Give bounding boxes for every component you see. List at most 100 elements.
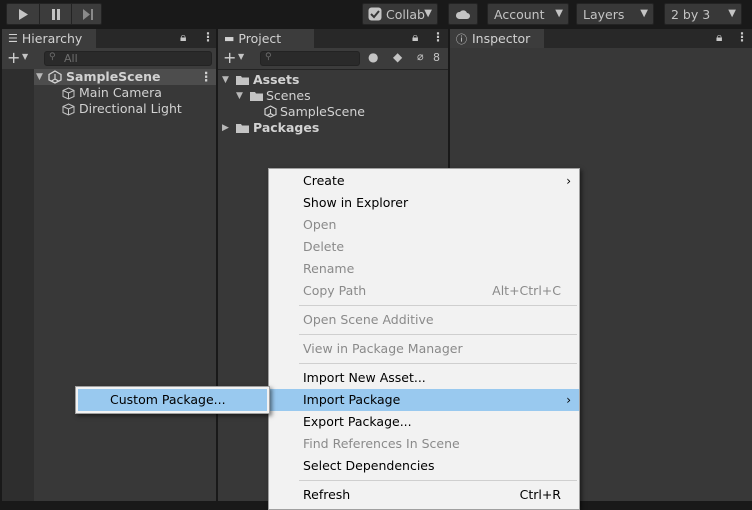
more-options-icon[interactable]: ⋮ [200,69,213,85]
account-dropdown[interactable]: Account ▼ [487,3,569,25]
menu-item-delete: Delete [269,236,579,258]
tab-hierarchy[interactable]: ☰ Hierarchy [2,29,96,48]
search-placeholder: All [64,52,78,65]
layout-label: 2 by 3 [671,6,711,22]
menu-item-import-new-asset[interactable]: Import New Asset... [269,367,579,389]
menu-item-label: Import Package [303,392,401,407]
lock-icon[interactable]: 🔒︎ [716,30,722,45]
expand-arrow-icon[interactable]: ▼ [236,88,243,104]
scene-row[interactable]: ▼ SampleScene ⋮ [34,69,216,85]
hierarchy-toolbar: + ▼ ⚲ All [2,48,216,70]
layers-label: Layers [583,6,625,22]
menu-separator [299,480,577,481]
expand-arrow-icon[interactable]: ▼ [36,69,43,85]
collab-dropdown[interactable]: Collab ▼ [362,3,438,25]
project-search-input[interactable]: ⚲ [260,51,360,66]
add-icon[interactable]: + [7,48,20,67]
tab-hierarchy-label: Hierarchy [21,31,83,46]
menu-item-label: Import New Asset... [303,370,426,385]
menu-item-label: Find References In Scene [303,436,460,451]
unity-scene-icon [48,70,62,88]
step-button[interactable] [71,4,104,24]
tab-project-label: Project [238,31,282,46]
menu-item-shortcut: Alt+Ctrl+C [492,283,561,298]
menu-separator [299,334,577,335]
import-package-submenu: Custom Package... [75,386,270,414]
menu-item-view-in-package-manager: View in Package Manager [269,338,579,360]
folder-icon: ▬ [224,32,235,45]
tree-label: Packages [253,120,320,135]
filter-by-label-icon[interactable]: ◆ [393,50,402,64]
list-icon: ☰ [8,32,18,45]
menu-separator [299,305,577,306]
menu-item-label: Show in Explorer [303,195,409,210]
lock-icon[interactable]: 🔒︎ [180,30,186,45]
chevron-down-icon: ▼ [640,8,648,19]
menu-item-label: Open [303,217,337,232]
menu-item-find-references: Find References In Scene [269,433,579,455]
chevron-down-icon: ▼ [555,8,563,19]
chevron-down-icon: ▼ [424,8,432,19]
menu-item-label: Select Dependencies [303,458,435,473]
hierarchy-search-input[interactable]: ⚲ All [44,51,212,66]
info-icon: ⓘ [456,32,467,46]
filter-by-type-icon[interactable]: ● [368,50,378,64]
layout-dropdown[interactable]: 2 by 3 ▼ [664,3,742,25]
playmode-controls [6,3,102,25]
menu-separator [299,363,577,364]
inspector-tabbar: ⓘ Inspector 🔒︎ ⋮ [450,29,752,48]
folder-open-icon [250,92,263,101]
expand-arrow-icon[interactable]: ▼ [222,72,229,88]
chevron-down-icon: ▼ [728,8,736,19]
folder-open-icon [236,76,249,85]
collab-label: Collab [386,6,425,22]
main-toolbar: Collab ▼ Account ▼ Layers ▼ 2 by 3 ▼ [0,0,752,29]
more-options-icon[interactable]: ⋮ [432,30,444,44]
layers-dropdown[interactable]: Layers ▼ [576,3,654,25]
hierarchy-item-label: Main Camera [79,85,162,100]
menu-item-show-in-explorer[interactable]: Show in Explorer [269,192,579,214]
hierarchy-panel: ☰ Hierarchy 🔒︎ ⋮ + ▼ ⚲ All ▼ SampleScene… [2,29,216,501]
tab-inspector-label: Inspector [472,31,531,46]
scene-name: SampleScene [66,69,161,84]
gameobject-cube-icon [62,103,75,116]
chevron-down-icon[interactable]: ▼ [22,52,28,61]
project-toolbar: + ▼ ⚲ ● ◆ ⌀ 8 [218,48,448,70]
menu-item-label: Export Package... [303,414,412,429]
search-icon: ⚲ [49,52,56,62]
menu-item-label: Rename [303,261,355,276]
hidden-packages-icon[interactable]: ⌀ [417,50,424,63]
add-icon[interactable]: + [223,48,236,67]
lock-icon[interactable]: 🔒︎ [412,30,418,45]
pause-button[interactable] [39,4,72,24]
menu-item-open-scene-additive: Open Scene Additive [269,309,579,331]
menu-item-import-package[interactable]: Import Package › [269,389,579,411]
hidden-packages-count: 8 [433,51,440,64]
tab-project[interactable]: ▬ Project [218,29,314,48]
menu-item-label: Custom Package... [110,392,226,407]
menu-item-select-dependencies[interactable]: Select Dependencies [269,455,579,477]
more-options-icon[interactable]: ⋮ [202,30,214,44]
hierarchy-tabbar: ☰ Hierarchy 🔒︎ ⋮ [2,29,216,48]
menu-item-shortcut: Ctrl+R [519,487,561,502]
more-options-icon[interactable]: ⋮ [736,30,748,44]
menu-item-open: Open [269,214,579,236]
step-icon [82,8,93,20]
expand-arrow-icon[interactable]: ▶ [222,120,229,136]
tree-label: Assets [253,72,300,87]
menu-item-refresh[interactable]: Refresh Ctrl+R [269,484,579,506]
chevron-right-icon: › [566,393,571,407]
menu-item-label: Open Scene Additive [303,312,434,327]
menu-item-custom-package[interactable]: Custom Package... [78,389,267,411]
pause-icon [52,8,60,20]
project-tabbar: ▬ Project 🔒︎ ⋮ [218,29,448,48]
menu-item-create[interactable]: Create › [269,170,579,192]
hierarchy-gutter [2,69,34,501]
cloud-button[interactable] [448,3,478,25]
play-button[interactable] [7,4,39,24]
tab-inspector[interactable]: ⓘ Inspector [450,29,544,48]
menu-item-label: Copy Path [303,283,367,298]
chevron-down-icon[interactable]: ▼ [238,52,244,61]
menu-item-copy-path: Copy Path Alt+Ctrl+C [269,280,579,302]
menu-item-export-package[interactable]: Export Package... [269,411,579,433]
